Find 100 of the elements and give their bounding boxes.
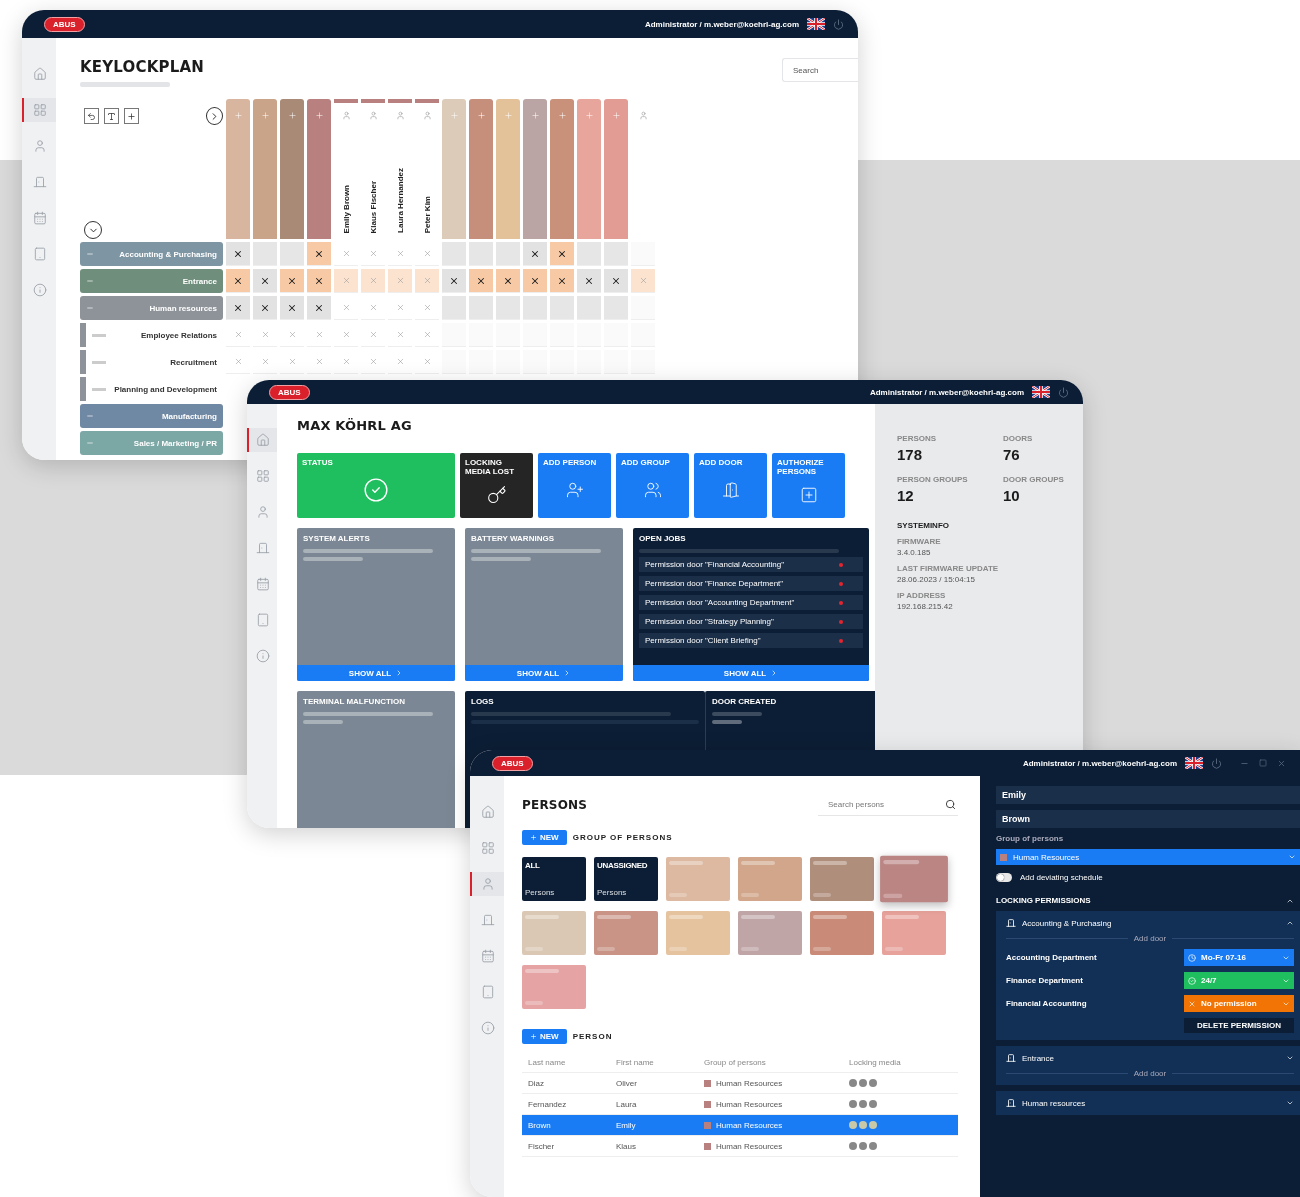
user-account-label[interactable]: Administrator / m.weber@koehrl-ag.com [644,19,799,29]
dashboard-tile[interactable]: ADD GROUP [616,453,689,518]
matrix-cell[interactable] [280,296,304,320]
job-row[interactable]: Permission door "Client Briefing" [639,633,863,648]
dashboard-tile[interactable]: ADD DOOR [694,453,767,518]
matrix-cell[interactable] [442,296,466,320]
matrix-cell[interactable] [307,296,331,320]
matrix-cell[interactable] [631,269,655,293]
person-group-card[interactable] [738,911,802,955]
show-all-button[interactable]: SHOW ALL [465,665,623,681]
sidebar-item[interactable] [247,428,277,452]
matrix-cell[interactable] [442,242,466,266]
expand-toggle[interactable] [1286,919,1294,927]
add-door-link[interactable]: Add door [1133,934,1167,943]
matrix-cell[interactable] [496,269,520,293]
power-icon[interactable] [1058,386,1069,398]
matrix-cell[interactable] [280,242,304,266]
show-all-button[interactable]: SHOW ALL [297,665,455,681]
column-header[interactable]: Group of persons [704,1057,849,1067]
person-group-card[interactable]: ALL Persons [522,857,586,901]
matrix-cell[interactable] [604,296,628,320]
matrix-cell[interactable] [280,269,304,293]
power-icon[interactable] [833,18,844,30]
matrix-cell[interactable] [307,269,331,293]
column-header[interactable]: Last name [528,1057,616,1067]
group-column-header[interactable] [469,99,493,239]
matrix-cell[interactable] [469,269,493,293]
person-group-card[interactable] [810,911,874,955]
column-header[interactable]: Locking media [849,1057,958,1067]
search-field[interactable]: Search persons [818,794,958,816]
matrix-cell[interactable] [577,242,601,266]
dashboard-tile[interactable]: AUTHORIZE PERSONS [772,453,845,518]
matrix-cell[interactable] [361,269,385,293]
search-field[interactable]: Search [782,58,858,82]
matrix-cell[interactable] [550,296,574,320]
power-icon[interactable] [1211,757,1222,769]
text-button[interactable] [104,108,120,124]
person-group-card[interactable] [594,911,658,955]
matrix-cell[interactable] [226,242,250,266]
flag-icon[interactable] [807,18,825,30]
matrix-cell[interactable] [469,296,493,320]
expand-toggle[interactable] [1286,1054,1294,1062]
person-group-card[interactable] [666,911,730,955]
matrix-cell[interactable] [604,242,628,266]
new-person-button[interactable]: NEW [522,1029,567,1044]
matrix-cell[interactable] [577,296,601,320]
matrix-cell[interactable] [577,269,601,293]
matrix-cell[interactable] [415,269,439,293]
matrix-cell[interactable] [226,269,250,293]
matrix-cell[interactable] [604,269,628,293]
matrix-cell[interactable] [442,269,466,293]
person-row[interactable]: Brown Emily Human Resources [522,1115,958,1136]
job-row[interactable]: Permission door "Accounting Department" [639,595,863,610]
person-row[interactable]: Fischer Klaus Human Resources [522,1136,958,1157]
matrix-cell[interactable] [496,296,520,320]
dashboard-tile[interactable]: LOCKING MEDIA LOST [460,453,533,518]
job-row[interactable]: Permission door "Finance Department" [639,576,863,591]
matrix-cell[interactable] [388,269,412,293]
flag-icon[interactable] [1185,757,1203,769]
matrix-cell[interactable] [550,269,574,293]
matrix-cell[interactable] [253,242,277,266]
matrix-cell[interactable] [226,296,250,320]
matrix-cell[interactable] [307,242,331,266]
matrix-cell[interactable] [523,242,547,266]
new-group-button[interactable]: NEW [522,830,567,845]
first-name-field[interactable]: Emily [996,786,1300,804]
permission-dropdown[interactable]: Mo-Fr 07-16 [1184,949,1294,966]
delete-permission-button[interactable]: DELETE PERMISSION [1184,1018,1294,1033]
sidebar-item[interactable] [470,872,504,896]
person-group-card[interactable]: UNASSIGNED Persons [594,857,658,901]
group-row[interactable]: Entrance [80,269,223,293]
matrix-cell[interactable] [334,269,358,293]
sidebar-item[interactable] [22,98,56,122]
user-account-label[interactable]: Administrator / m.weber@koehrl-ag.com [1022,758,1177,768]
matrix-cell[interactable] [496,242,520,266]
person-group-card[interactable] [522,911,586,955]
person-group-card[interactable] [666,857,730,901]
job-row[interactable]: Permission door "Strategy Planning" [639,614,863,629]
matrix-cell[interactable] [469,242,493,266]
expand-toggle[interactable] [1286,1099,1294,1107]
person-group-card[interactable] [738,857,802,901]
show-all-button[interactable]: SHOW ALL [633,665,869,681]
add-door-link[interactable]: Add door [1133,1069,1167,1078]
person-group-card[interactable] [880,855,948,903]
group-dropdown[interactable]: Human Resources [996,849,1300,865]
undo-button[interactable] [84,108,100,124]
column-header[interactable]: First name [616,1057,704,1067]
matrix-cell[interactable] [253,269,277,293]
flag-icon[interactable] [1032,386,1050,398]
person-row[interactable]: Diaz Oliver Human Resources [522,1073,958,1094]
matrix-cell[interactable] [523,269,547,293]
matrix-cell[interactable] [550,242,574,266]
add-button[interactable] [124,108,140,124]
schedule-toggle[interactable] [996,873,1012,882]
group-row[interactable]: Manufacturing [80,404,223,428]
group-column-header[interactable] [604,99,628,239]
user-account-label[interactable]: Administrator / m.weber@koehrl-ag.com [869,387,1024,397]
last-name-field[interactable]: Brown [996,810,1300,828]
person-group-card[interactable] [882,911,946,955]
dashboard-tile[interactable]: ADD PERSON [538,453,611,518]
